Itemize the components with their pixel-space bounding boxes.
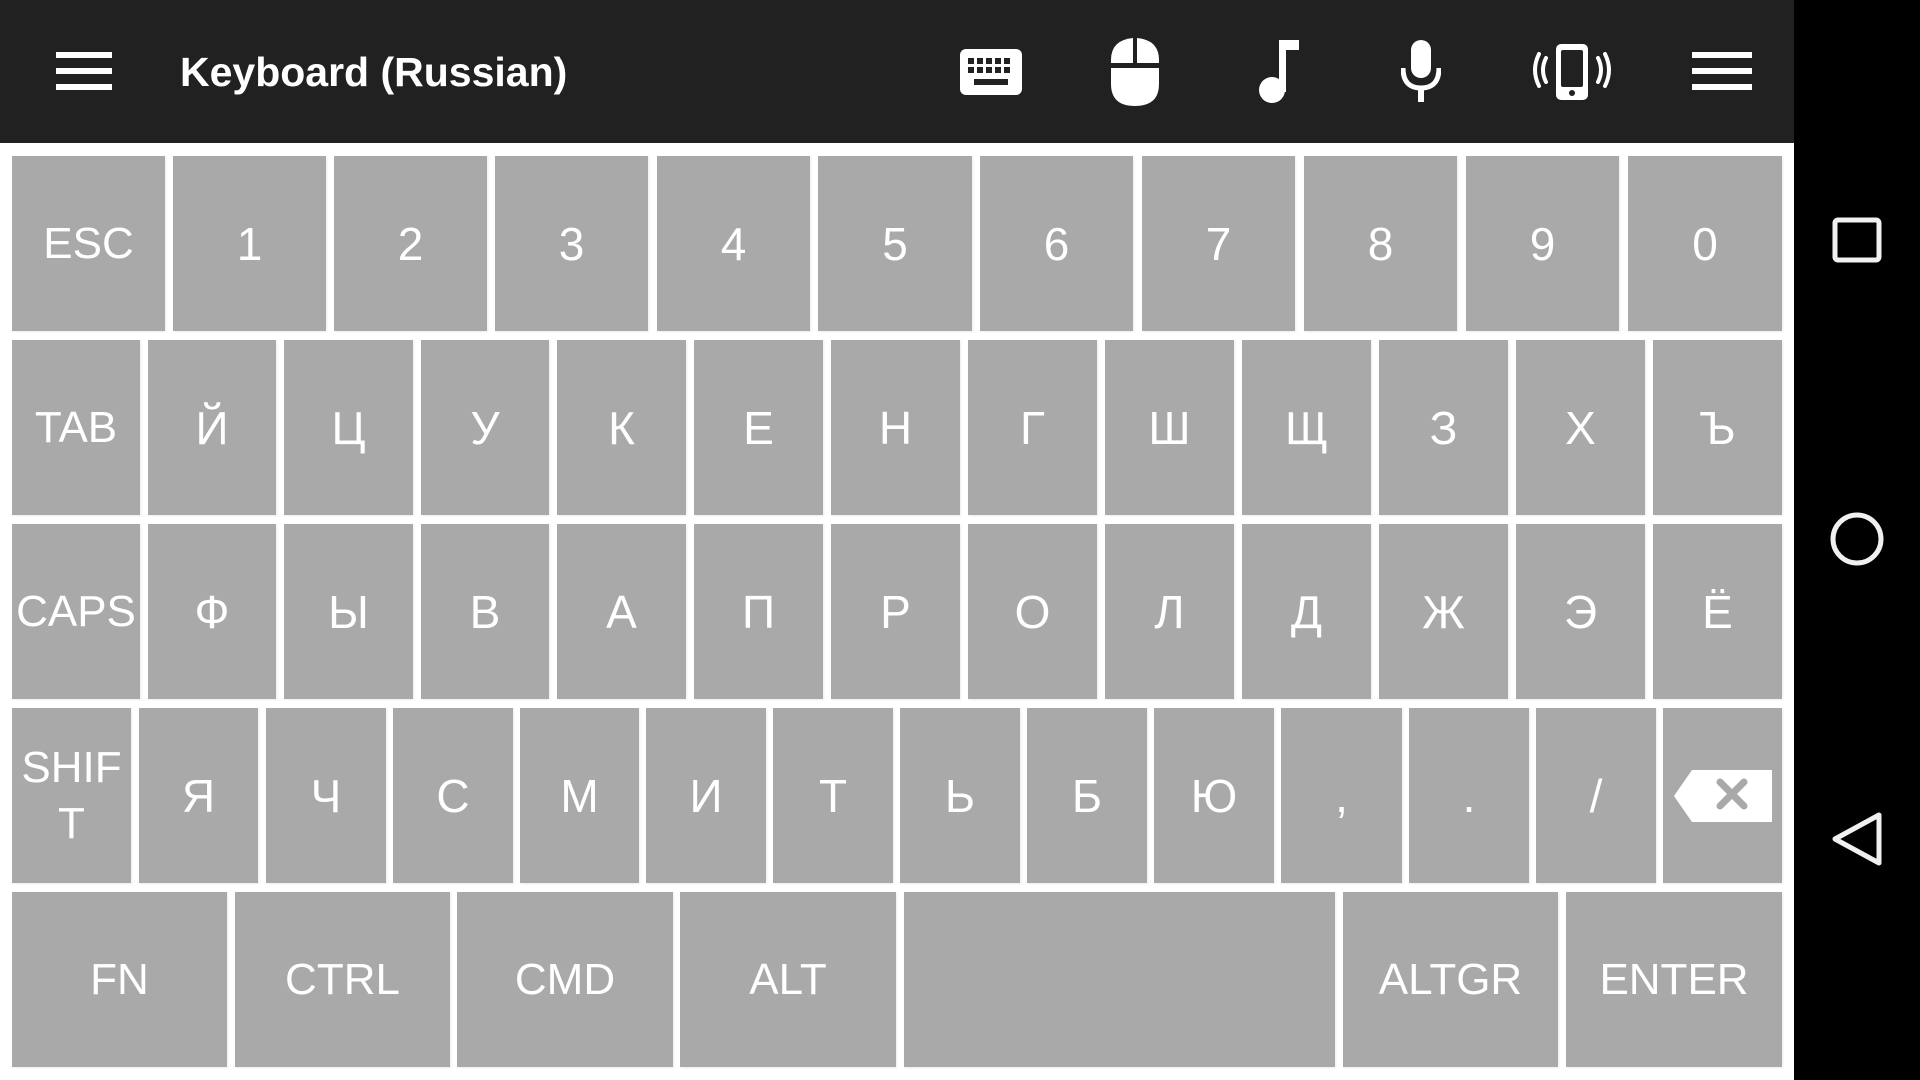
key-3[interactable]: 3 xyxy=(495,156,648,331)
key-tab[interactable]: TAB xyxy=(12,340,140,515)
key-cmd[interactable]: CMD xyxy=(457,892,673,1067)
key-о[interactable]: О xyxy=(968,524,1097,699)
menu-icon-bar xyxy=(56,84,112,90)
key-п[interactable]: П xyxy=(694,524,823,699)
mouse-button[interactable] xyxy=(1100,36,1170,108)
key-н[interactable]: Н xyxy=(831,340,960,515)
key-ж[interactable]: Ж xyxy=(1379,524,1508,699)
back-icon xyxy=(1832,812,1882,866)
key-7[interactable]: 7 xyxy=(1142,156,1295,331)
overflow-menu-button[interactable] xyxy=(1692,52,1752,90)
menu-icon-bar xyxy=(56,68,112,74)
home-icon xyxy=(1830,512,1884,566)
key-shift[interactable]: SHIFT xyxy=(12,708,131,883)
key-6[interactable]: 6 xyxy=(980,156,1133,331)
menu-icon-bar xyxy=(1692,52,1752,58)
key-esc[interactable]: ESC xyxy=(12,156,165,331)
menu-icon-bar xyxy=(56,52,112,58)
backspace-icon xyxy=(1673,769,1772,822)
key-ш[interactable]: Ш xyxy=(1105,340,1234,515)
key-ф[interactable]: Ф xyxy=(148,524,276,699)
key-fn[interactable]: FN xyxy=(12,892,227,1067)
key-ц[interactable]: Ц xyxy=(284,340,413,515)
key-т[interactable]: Т xyxy=(773,708,893,883)
system-nav-bar xyxy=(1794,0,1920,1080)
key-и[interactable]: И xyxy=(646,708,766,883)
key-9[interactable]: 9 xyxy=(1466,156,1619,331)
key-comma[interactable]: , xyxy=(1281,708,1402,883)
key-д[interactable]: Д xyxy=(1242,524,1371,699)
key-ы[interactable]: Ы xyxy=(284,524,413,699)
key-slash[interactable]: / xyxy=(1536,708,1656,883)
key-е[interactable]: Е xyxy=(694,340,823,515)
key-а[interactable]: А xyxy=(557,524,686,699)
key-altgr[interactable]: ALTGR xyxy=(1343,892,1558,1067)
key-й[interactable]: Й xyxy=(148,340,276,515)
page-title: Keyboard (Russian) xyxy=(180,49,568,95)
home-button[interactable] xyxy=(1824,506,1890,572)
vibrate-button[interactable] xyxy=(1528,36,1616,108)
menu-icon-bar xyxy=(1692,68,1752,74)
key-б[interactable]: Б xyxy=(1027,708,1147,883)
key-ь[interactable]: Ь xyxy=(900,708,1020,883)
drawer-menu-button[interactable] xyxy=(56,52,112,90)
key-з[interactable]: З xyxy=(1379,340,1508,515)
key-0[interactable]: 0 xyxy=(1628,156,1782,331)
key-щ[interactable]: Щ xyxy=(1242,340,1371,515)
key-в[interactable]: В xyxy=(421,524,549,699)
mouse-icon xyxy=(1111,38,1159,106)
key-period[interactable]: . xyxy=(1409,708,1529,883)
key-2[interactable]: 2 xyxy=(334,156,487,331)
key-backspace[interactable] xyxy=(1663,708,1782,883)
key-ч[interactable]: Ч xyxy=(266,708,386,883)
key-р[interactable]: Р xyxy=(831,524,960,699)
key-к[interactable]: К xyxy=(557,340,686,515)
key-ctrl[interactable]: CTRL xyxy=(235,892,450,1067)
music-button[interactable] xyxy=(1244,36,1314,108)
menu-icon-bar xyxy=(1692,84,1752,90)
key-л[interactable]: Л xyxy=(1105,524,1234,699)
key-ё[interactable]: Ё xyxy=(1653,524,1782,699)
vibrate-phone-icon xyxy=(1533,44,1611,100)
key-у[interactable]: У xyxy=(421,340,549,515)
key-ъ[interactable]: Ъ xyxy=(1653,340,1782,515)
key-4[interactable]: 4 xyxy=(657,156,810,331)
key-э[interactable]: Э xyxy=(1516,524,1645,699)
keyboard: ESC 1 2 3 4 5 6 7 8 9 0 TAB Й Ц У К Е Н … xyxy=(0,143,1794,1080)
key-х[interactable]: Х xyxy=(1516,340,1645,515)
keyboard-icon xyxy=(960,49,1022,95)
key-с[interactable]: С xyxy=(393,708,513,883)
key-enter[interactable]: ENTER xyxy=(1566,892,1782,1067)
key-м[interactable]: М xyxy=(520,708,639,883)
key-caps[interactable]: CAPS xyxy=(12,524,140,699)
recent-apps-button[interactable] xyxy=(1824,207,1890,273)
music-note-icon xyxy=(1259,40,1299,103)
recent-apps-icon xyxy=(1832,217,1882,263)
key-1[interactable]: 1 xyxy=(173,156,326,331)
back-button[interactable] xyxy=(1824,806,1890,872)
key-space[interactable] xyxy=(904,892,1335,1067)
top-app-bar: Keyboard (Russian) xyxy=(0,0,1794,143)
key-alt[interactable]: ALT xyxy=(680,892,896,1067)
key-я[interactable]: Я xyxy=(139,708,258,883)
key-5[interactable]: 5 xyxy=(818,156,972,331)
keyboard-button[interactable] xyxy=(956,36,1026,108)
microphone-icon xyxy=(1401,40,1441,102)
key-ю[interactable]: Ю xyxy=(1154,708,1274,883)
microphone-button[interactable] xyxy=(1386,36,1456,108)
key-г[interactable]: Г xyxy=(968,340,1097,515)
key-8[interactable]: 8 xyxy=(1304,156,1457,331)
